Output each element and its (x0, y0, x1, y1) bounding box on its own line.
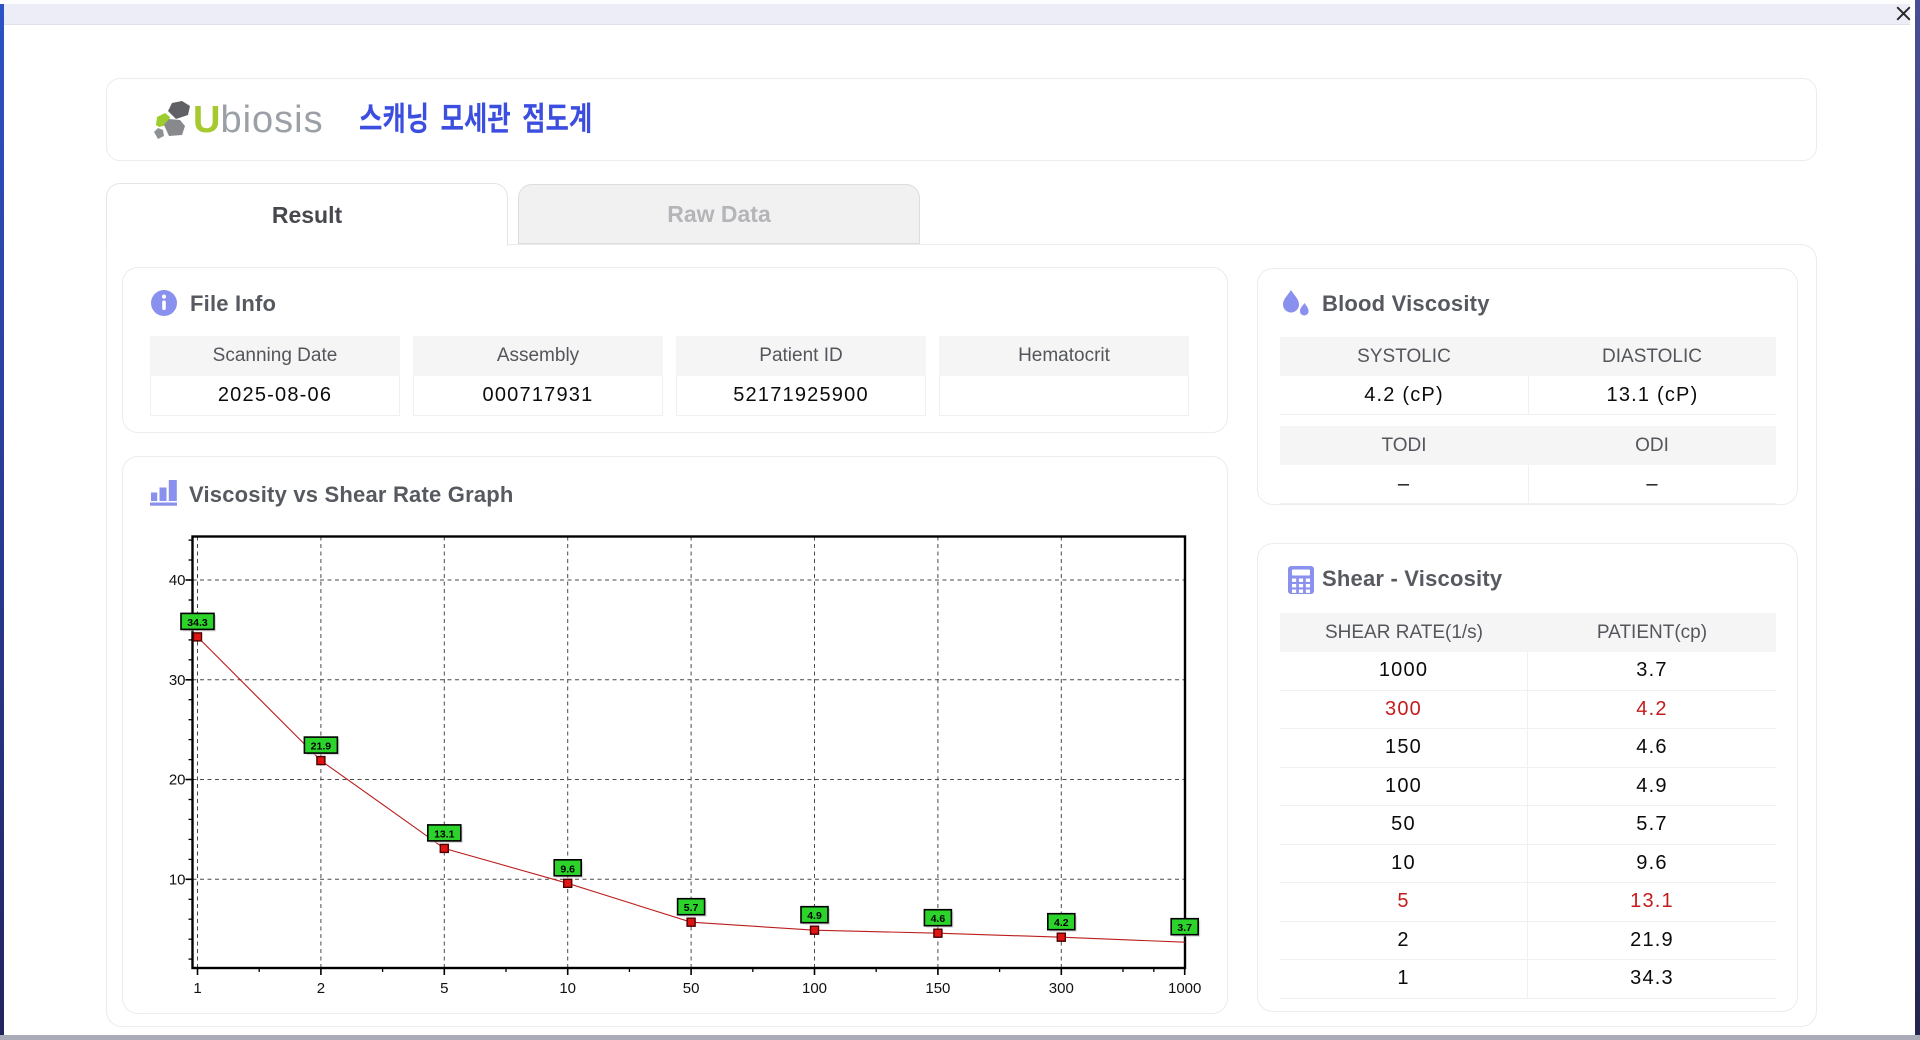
svg-text:30: 30 (169, 672, 186, 689)
svg-text:4.9: 4.9 (807, 910, 822, 922)
svg-text:4.2: 4.2 (1054, 917, 1069, 929)
svg-text:100: 100 (802, 980, 827, 997)
svg-text:4.6: 4.6 (931, 913, 946, 925)
svg-text:3.7: 3.7 (1177, 922, 1192, 934)
svg-text:34.3: 34.3 (187, 617, 208, 629)
svg-text:40: 40 (169, 572, 186, 589)
svg-text:10: 10 (169, 871, 186, 888)
svg-text:10: 10 (559, 980, 576, 997)
svg-text:21.9: 21.9 (311, 741, 332, 753)
svg-text:20: 20 (169, 772, 186, 789)
svg-text:9.6: 9.6 (560, 863, 575, 875)
svg-text:50: 50 (683, 980, 700, 997)
svg-text:13.1: 13.1 (434, 828, 455, 840)
svg-text:300: 300 (1049, 980, 1074, 997)
svg-text:2: 2 (317, 980, 325, 997)
svg-text:1000: 1000 (1168, 980, 1201, 997)
svg-text:150: 150 (925, 980, 950, 997)
svg-text:1: 1 (193, 980, 201, 997)
svg-text:5.7: 5.7 (684, 902, 699, 914)
svg-text:5: 5 (440, 980, 448, 997)
